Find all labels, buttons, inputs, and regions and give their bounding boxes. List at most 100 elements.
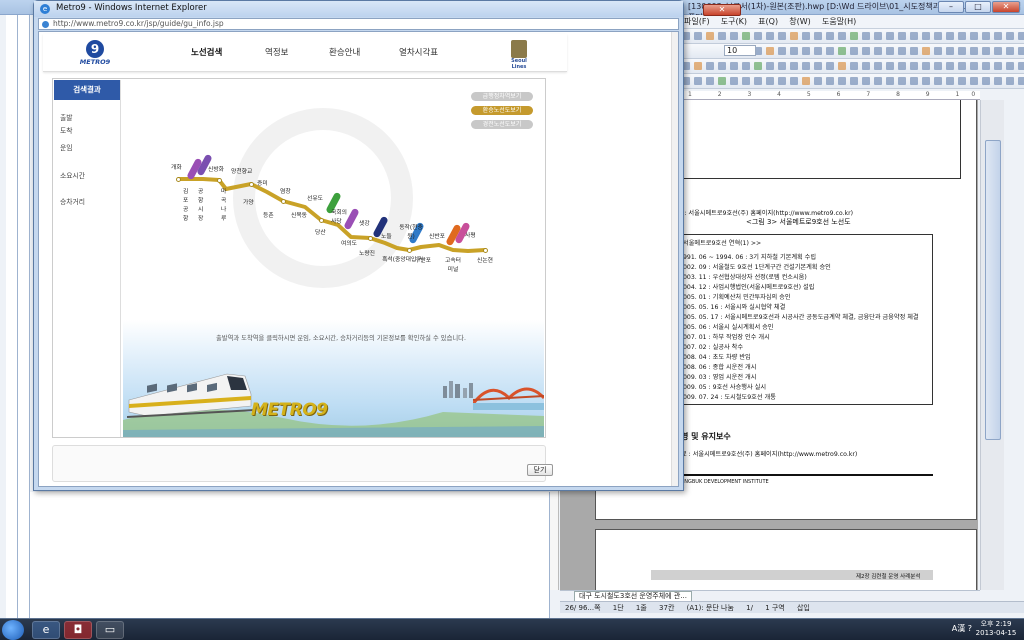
system-tray[interactable]: A漢 ? [952,623,972,634]
status-section-index: 1/ [746,604,753,612]
station-dot[interactable] [217,178,222,183]
metro9-logo[interactable]: 9 METRO9 [79,40,111,68]
background-window-body [30,492,550,618]
app-taskbar-icon[interactable]: ◘ [64,621,92,639]
station-label[interactable]: 샛강 [359,218,370,227]
hwp-toolbar-4[interactable] [680,74,1024,89]
route-map[interactable]: 급행정차역보기 환승노선도보기 경전노선도보기 개화 김포공항 공항시장 신방화… [123,80,544,437]
history-item: 003. 11 : 우선협상대상자 선정(로템 컨소시움) [683,274,807,281]
nav-route-search[interactable]: 노선검색 [191,46,222,58]
history-item: 005. 05. 16 : 서울시와 실시협약 체결 [683,304,786,311]
label-distance: 승차거리 [60,198,86,206]
figure-caption: <그림 3> 서울메트로9호선 노선도 [746,218,851,226]
ie-title-bar[interactable]: e Metro9 - Windows Internet Explorer – □… [34,1,741,17]
menu-table[interactable]: 표(Q) [758,15,778,28]
ie-window: e Metro9 - Windows Internet Explorer – □… [33,0,741,491]
seoul-lines-logo[interactable]: Seoul Lines [508,40,530,70]
scroll-thumb[interactable] [985,140,1001,440]
folder-taskbar-icon[interactable]: ▭ [96,621,124,639]
history-item: 009. 05 : 9호선 사승행사 실시 [683,384,767,391]
history-item: 007. 02 : 실공사 착수 [683,344,744,351]
station-dot[interactable] [281,199,286,204]
label-arrival: 도착 [60,127,73,135]
station-label[interactable]: 노량진 [359,248,375,257]
status-mode[interactable]: 삽입 [797,603,810,613]
station-label[interactable]: 마곡나루 [221,186,230,222]
station-dot[interactable] [483,248,488,253]
source-line: 자료 : 서울시메트로9호선(주) 홈페이지(http://www.metro9… [671,210,854,217]
hwp-vertical-scrollbar[interactable] [980,100,1004,590]
station-label[interactable]: 염창 [280,186,291,195]
station-label[interactable]: 김포공항 [183,186,192,222]
history-item: 004. 12 : 사업시행법인(서울시메트로9호선) 설립 [683,284,815,291]
history-title: 서울메트로9호선 연혁(1) >> [683,240,762,247]
label-fare: 운임 [60,144,73,152]
route-panel: 검색결과 출발 도착 운임 소요시간 승차거리 급행정차역보기 환승노선도보기 … [52,78,546,438]
page-icon [42,21,49,28]
station-label[interactable]: 당산 [315,227,326,236]
station-label[interactable]: 신논현 [477,255,493,264]
site-header: 9 METRO9 노선검색 역정보 환승안내 열차시각표 Seoul Lines [43,34,567,72]
background-window-edge[interactable] [6,15,18,618]
clock[interactable]: 오후 2:19 2013-04-15 [974,620,1018,638]
station-label[interactable]: 노들 [381,231,392,240]
history-item: 002. 09 : 서울철도 9호선 1단계구간 건설기본계획 승인 [683,264,831,271]
metro9-brand-word: METRO9 [251,400,328,420]
station-label[interactable]: 신방화 [208,164,224,173]
section-source: 료 : 서울시메트로9호선(주) 홈페이지(http://www.metro9.… [681,451,858,458]
status-style: (A1): 문단 나눔 [686,604,734,612]
ie-app-icon: e [40,4,50,14]
address-bar[interactable]: http://www.metro9.co.kr/jsp/guide/gu_inf… [38,18,679,30]
station-dot[interactable] [249,182,254,187]
start-button[interactable] [2,620,24,640]
menu-window[interactable]: 창(W) [789,15,811,28]
menu-help[interactable]: 도움말(H) [822,15,856,28]
menu-file[interactable]: 파일(F) [684,15,710,28]
station-dot[interactable] [407,248,412,253]
menu-tools[interactable]: 도구(K) [721,15,747,28]
station-label[interactable]: 양천향교 [231,166,252,175]
station-label[interactable]: 선유도 [307,193,323,202]
station-dot[interactable] [176,177,181,182]
nav-station-info[interactable]: 역정보 [265,46,288,58]
station-label[interactable]: 등촌 [263,210,274,219]
station-label[interactable]: 사평 [465,230,476,239]
station-dot[interactable] [368,236,373,241]
station-label[interactable]: 여의도 [341,238,357,247]
station-label[interactable]: 신반포 [429,231,445,240]
hwp-toolbar-3[interactable] [680,59,1024,74]
label-travel-time: 소요시간 [60,172,86,180]
station-label[interactable]: 증미 [257,178,268,187]
station-label[interactable]: 동작(현충원) [399,222,423,240]
station-label[interactable]: 가양 [243,197,254,206]
status-char: 37칸 [659,604,675,612]
history-item: 009. 07. 24 : 도시철도9호선 개통 [683,394,776,401]
hwp-maximize-button[interactable]: □ [965,1,991,13]
nav-transfer-info[interactable]: 환승안내 [329,46,360,58]
station-label[interactable]: 구반포 [415,255,431,264]
hwp-toolbar-1[interactable] [680,29,1024,44]
address-url[interactable]: http://www.metro9.co.kr/jsp/guide/gu_inf… [53,19,224,29]
font-size-input[interactable]: 10 [724,45,756,56]
station-dot[interactable] [319,218,324,223]
station-label[interactable]: 개화 [171,162,182,171]
nav-timetable[interactable]: 열차시각표 [399,46,438,58]
hwp-minimize-button[interactable]: – [938,1,964,13]
hwp-close-button[interactable]: ✕ [992,1,1020,13]
ie-scrollbar[interactable] [671,32,678,486]
close-button[interactable]: 닫기 [527,464,553,476]
background-window-edge[interactable] [18,15,30,618]
seoul-lines-text: Seoul Lines [511,58,527,70]
station-label[interactable]: 국회의사당 [331,207,347,225]
ie-title: Metro9 - Windows Internet Explorer [56,3,207,13]
ie-close-button[interactable]: ✕ [703,4,741,16]
station-label[interactable]: 신목동 [291,210,307,219]
document-page-2: 제2장 김련철 운영 사례분석 [595,529,977,590]
status-line: 1줄 [635,604,647,612]
station-label[interactable]: 공항시장 [198,186,207,222]
footer-rule [651,474,933,476]
train-image [127,373,255,418]
station-label[interactable]: 고속터미널 [443,255,463,273]
ie-taskbar-icon[interactable]: e [32,621,60,639]
history-item: 005. 06 : 서울시 실시계획서 승인 [683,324,774,331]
